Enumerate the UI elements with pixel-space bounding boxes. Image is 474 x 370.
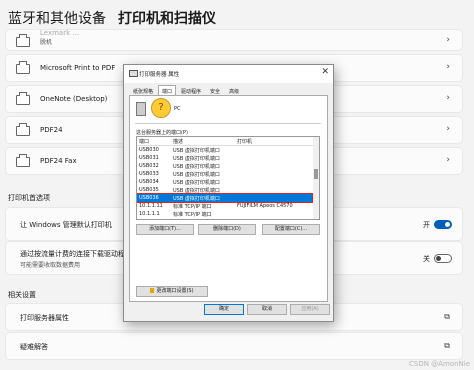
chevron-right-icon: ›: [446, 155, 450, 165]
column-header-description[interactable]: 描述: [173, 138, 183, 145]
default-printer-state: 开: [423, 221, 430, 229]
ports-scrollbar[interactable]: [313, 137, 319, 219]
apply-button[interactable]: 应用(A): [290, 304, 330, 315]
configure-port-button[interactable]: 配置端口(C)...: [262, 224, 320, 235]
delete-port-button[interactable]: 删除端口(D): [198, 224, 256, 235]
printer-name: PDF24: [40, 126, 63, 134]
ports-list[interactable]: 端口 描述 打印机 USB030 USB 虚拟打印机端口 USB031 USB 虚拟打…: [136, 136, 320, 220]
section-title-related: 相关设置: [8, 291, 36, 299]
metered-download-subtitle: 可能需要收取数据费用: [20, 262, 81, 269]
port-row[interactable]: USB031 USB 虚拟打印机端口: [137, 154, 312, 162]
cancel-button[interactable]: 取消: [247, 304, 287, 315]
metered-download-toggle[interactable]: [434, 254, 452, 263]
chevron-right-icon: ›: [446, 124, 450, 134]
port-row[interactable]: 10.1.1.1 标准 TCP/IP 端口: [137, 210, 312, 218]
tab-forms[interactable]: 纸张规格: [129, 85, 157, 95]
port-cell-port: USB030: [139, 147, 159, 153]
port-cell-desc: USB 虚拟打印机端口: [173, 164, 220, 170]
port-cell-desc: 标准 TCP/IP 端口: [173, 219, 212, 220]
default-printer-toggle[interactable]: [434, 220, 452, 229]
port-cell-port: 10.1.1.1: [139, 211, 160, 217]
port-cell-desc: USB 虚拟打印机端口: [173, 180, 220, 186]
port-row[interactable]: USB034 USB 虚拟打印机端口: [137, 178, 312, 186]
ports-list-header: 端口 描述 打印机: [137, 137, 319, 146]
port-cell-desc: 标准 TCP/IP 端口: [173, 212, 212, 218]
default-printer-label: 让 Windows 管理默认打印机: [20, 221, 112, 229]
port-cell-port: USB031: [139, 155, 159, 161]
change-port-settings-button[interactable]: 更改端口设置(S): [136, 286, 208, 297]
divider: [135, 123, 321, 124]
port-cell-desc: 标准 TCP/IP 端口: [173, 204, 212, 210]
column-header-printer[interactable]: 打印机: [237, 138, 252, 145]
dialog-titlebar[interactable]: 打印服务器 属性 ✕: [124, 65, 333, 83]
printer-icon: [16, 61, 30, 74]
port-row[interactable]: 10.1.1.1... 标准 TCP/IP 端口: [137, 218, 312, 220]
printer-name: Lexmark ...: [40, 29, 80, 37]
dialog-tabs: 纸张规格 端口 驱动程序 安全 高级: [129, 85, 244, 95]
server-icon: [136, 102, 146, 116]
metered-download-label: 通过按流量计费的连接下载驱动程序和: [20, 250, 139, 258]
ok-button[interactable]: 确定: [204, 304, 244, 315]
shield-icon: [150, 288, 155, 293]
port-cell-desc: USB 虚拟打印机端口: [173, 172, 220, 178]
breadcrumb-separator: ›: [96, 6, 102, 24]
port-cell-port: 10.1.1.11: [139, 203, 163, 209]
tab-security[interactable]: 安全: [206, 85, 224, 95]
metered-download-state: 关: [423, 255, 430, 263]
port-row[interactable]: USB033 USB 虚拟打印机端口: [137, 170, 312, 178]
port-row[interactable]: 10.1.1.11 标准 TCP/IP 端口 FUJIFILM Apeos C457…: [137, 202, 312, 210]
external-link-icon: ⧉: [444, 312, 450, 321]
port-cell-port: USB036: [139, 195, 159, 201]
chevron-right-icon: ›: [446, 35, 450, 45]
printer-status: 脱机: [40, 39, 53, 46]
printer-row[interactable]: Lexmark ... 脱机 ›: [6, 29, 462, 50]
printer-icon: [129, 70, 138, 77]
ports-tab-panel: ? PC 这台服务器上的端口(P) 端口 描述 打印机 USB030 USB 虚拟…: [129, 95, 328, 302]
breadcrumb-parent[interactable]: 蓝牙和其他设备: [8, 8, 106, 28]
port-cell-port: USB032: [139, 163, 159, 169]
server-name: PC: [174, 106, 181, 112]
watermark: CSDN @AmonNie: [409, 360, 470, 368]
printer-icon: [16, 92, 30, 105]
tab-advanced[interactable]: 高级: [225, 85, 243, 95]
tab-drivers[interactable]: 驱动程序: [177, 85, 205, 95]
port-row[interactable]: USB032 USB 虚拟打印机端口: [137, 162, 312, 170]
port-cell-desc: USB 虚拟打印机端口: [173, 188, 220, 194]
dialog-title: 打印服务器 属性: [139, 72, 180, 78]
add-port-button[interactable]: 添加端口(T)...: [136, 224, 194, 235]
port-cell-desc: USB 虚拟打印机端口: [173, 156, 220, 162]
troubleshoot-link[interactable]: 疑难解答 ⧉: [6, 333, 462, 359]
port-row[interactable]: USB030 USB 虚拟打印机端口: [137, 146, 312, 154]
printer-name: PDF24 Fax: [40, 157, 77, 165]
port-row[interactable]: USB036 USB 虚拟打印机端口: [137, 193, 313, 203]
ports-list-label: 这台服务器上的端口(P): [136, 130, 188, 136]
printer-icon: [16, 34, 30, 47]
printer-name: OneNote (Desktop): [40, 95, 108, 103]
port-cell-desc: USB 虚拟打印机端口: [173, 148, 220, 154]
print-server-properties-dialog: 打印服务器 属性 ✕ 纸张规格 端口 驱动程序 安全 高级 ? PC 这台服务器…: [123, 64, 334, 322]
chevron-right-icon: ›: [446, 93, 450, 103]
port-row[interactable]: USB035 USB 虚拟打印机端口: [137, 186, 312, 194]
tab-ports[interactable]: 端口: [158, 85, 177, 95]
port-cell-port: USB034: [139, 179, 159, 185]
port-cell-desc: USB 虚拟打印机端口: [173, 196, 220, 202]
scrollbar-thumb[interactable]: [314, 169, 318, 179]
section-title-preferences: 打印机首选项: [8, 194, 50, 202]
external-link-icon: ⧉: [444, 341, 450, 350]
chevron-right-icon: ›: [446, 62, 450, 72]
print-server-properties-label: 打印服务器属性: [20, 314, 69, 322]
port-cell-port: USB035: [139, 187, 159, 193]
port-cell-port: USB033: [139, 171, 159, 177]
printer-icon: [16, 154, 30, 167]
close-icon[interactable]: ✕: [321, 67, 329, 77]
port-cell-port: 10.1.1.1...: [139, 219, 164, 220]
change-port-settings-label: 更改端口设置(S): [156, 288, 194, 294]
port-cell-printer: FUJIFILM Apeos C4570: [237, 203, 293, 209]
printer-name: Microsoft Print to PDF: [40, 64, 116, 72]
printer-icon: [16, 123, 30, 136]
troubleshoot-label: 疑难解答: [20, 343, 48, 351]
page-title: 打印机和扫描仪: [118, 11, 216, 27]
thinking-face-icon: ?: [151, 98, 171, 118]
column-header-port[interactable]: 端口: [139, 138, 149, 145]
